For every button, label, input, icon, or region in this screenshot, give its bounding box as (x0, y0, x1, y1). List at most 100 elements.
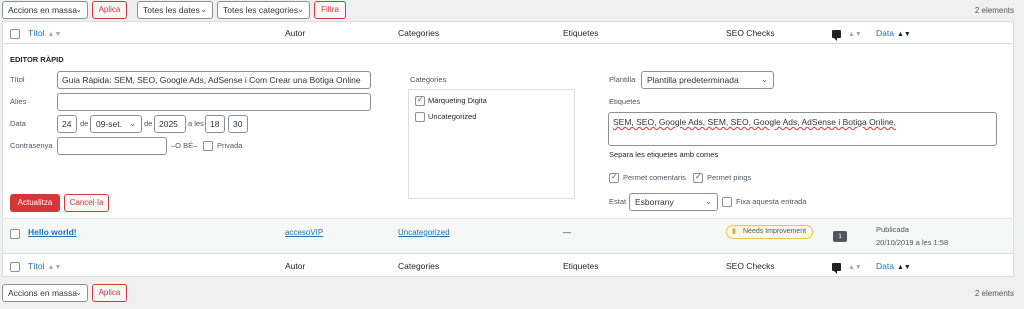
template-select[interactable]: Plantilla predeterminada ⌄ (641, 71, 774, 89)
allow-pings-label: Permet pings (707, 173, 752, 182)
status-label: Estat (609, 197, 627, 206)
slug-input[interactable] (57, 93, 371, 111)
password-input[interactable] (57, 137, 167, 155)
row-checkbox[interactable] (10, 229, 20, 239)
column-date-header[interactable]: Data ▲▼ (876, 28, 911, 38)
tags-label: Etiquetes (609, 97, 641, 106)
category-item-label: Màrqueting Digita (428, 96, 487, 105)
column-title-header[interactable]: Títol ▲▼ (28, 261, 61, 271)
seo-status-badge: ▮ Needs Improvement (726, 225, 814, 239)
apply-button[interactable]: Aplica (92, 1, 127, 19)
bulk-actions-select[interactable]: Accions en massa ⌄ (2, 284, 88, 302)
category-item-label: Uncategorized (428, 112, 477, 121)
allow-pings-checkbox[interactable] (693, 172, 703, 183)
month-select[interactable]: 09-set. ⌄ (90, 115, 142, 133)
column-date-header[interactable]: Data ▲▼ (876, 261, 911, 271)
sort-icon: ▲▼ (47, 264, 62, 271)
table-header-row: Títol ▲▼ Autor Categories Etiquetes SEO C… (3, 22, 1013, 44)
post-datetime: 20/10/2019 a les 1:58 (876, 238, 949, 247)
or-label: –O BÉ– (171, 141, 198, 150)
chevron-down-icon: ⌄ (705, 197, 712, 206)
table-row: Hello world! accesoVIP Uncategorized — ▮… (3, 218, 1013, 254)
chevron-down-icon: ⌄ (761, 75, 768, 84)
hour-input[interactable]: 18 (205, 115, 225, 133)
allow-comments-label: Permet comentaris (623, 173, 686, 182)
category-link[interactable]: Uncategorized (398, 228, 450, 237)
date-filter-select[interactable]: Totes les dates ⌄ (137, 1, 213, 19)
date-de-label: de (80, 119, 89, 128)
at-label: a les (188, 119, 204, 128)
cancel-button[interactable]: Cancel·la (64, 194, 109, 212)
slug-label: Àlies (10, 97, 27, 106)
tags-value: SEM, SEO, Google Ads, SEM, SEO, Google A… (613, 117, 897, 127)
seo-badge-label: Needs Improvement (743, 228, 807, 235)
select-all-checkbox[interactable] (10, 262, 20, 272)
tags-textarea[interactable]: SEM, SEO, Google Ads, SEM, SEO, Google A… (608, 112, 997, 146)
categories-label: Categories (410, 75, 447, 84)
category-checkbox[interactable] (415, 112, 425, 122)
category-checkbox[interactable] (415, 95, 425, 106)
column-date-label: Data (876, 261, 894, 271)
year-input[interactable]: 2025 (154, 115, 186, 133)
sort-desc-icon: ▲▼ (896, 31, 911, 38)
template-value: Plantilla predeterminada (647, 75, 739, 85)
minute-input[interactable]: 30 (228, 115, 248, 133)
category-filter-value: Totes les categories (223, 5, 299, 15)
column-categories-header: Categories (398, 261, 440, 271)
sticky-checkbox[interactable] (722, 197, 732, 207)
post-title-link[interactable]: Hello world! (28, 227, 77, 237)
filter-button[interactable]: Filtra (314, 1, 346, 19)
comments-column-icon[interactable] (832, 263, 841, 274)
status-select[interactable]: Esborrany ⌄ (629, 193, 718, 211)
column-seo-header: SEO Checks (726, 28, 775, 38)
title-input[interactable]: Guia Ràpida: SEM, SEO, Google Ads, AdSen… (57, 71, 371, 89)
column-title-header[interactable]: Títol ▲▼ (28, 28, 61, 38)
quick-edit-panel: EDITOR RÀPID Títol Guia Ràpida: SEM, SEO… (3, 44, 1013, 218)
comment-count: 1 (838, 233, 842, 240)
author-link[interactable]: accesoVIP (285, 228, 323, 237)
sticky-label: Fixa aquesta entrada (736, 197, 807, 206)
items-count: 2 elements (974, 289, 1014, 298)
date-filter-value: Totes les dates (143, 5, 200, 15)
date-label: Data (10, 119, 26, 128)
quick-edit-heading: EDITOR RÀPID (10, 55, 64, 64)
sort-desc-icon: ▲▼ (896, 264, 911, 271)
allow-comments-checkbox[interactable] (609, 172, 619, 183)
bulk-actions-value: Accions en massa (8, 288, 77, 298)
post-status: Publicada (876, 225, 909, 234)
private-label: Privada (217, 141, 243, 150)
column-date-label: Data (876, 28, 894, 38)
category-filter-select[interactable]: Totes les categories ⌄ (217, 1, 310, 19)
tags-value: — (563, 228, 571, 237)
column-title-label: Títol (28, 261, 45, 271)
signal-icon: ▮ (732, 228, 736, 235)
select-all-checkbox[interactable] (10, 29, 20, 39)
table-footer-row: Títol ▲▼ Autor Categories Etiquetes SEO C… (3, 255, 1013, 277)
comments-column-icon[interactable] (832, 30, 841, 41)
column-author-header: Autor (285, 28, 306, 38)
bulk-actions-value: Accions en massa (8, 5, 77, 15)
comment-count-bubble[interactable]: 1 (833, 231, 847, 242)
password-label: Contrasenya (10, 141, 53, 150)
sort-icon: ▲▼ (47, 31, 62, 38)
sort-icon[interactable]: ▲▼ (845, 28, 862, 38)
private-checkbox[interactable] (203, 141, 213, 151)
column-seo-header: SEO Checks (726, 261, 775, 271)
chevron-down-icon: ⌄ (129, 119, 136, 128)
sort-icon[interactable]: ▲▼ (845, 261, 862, 271)
chevron-down-icon: ⌄ (200, 5, 207, 14)
column-title-label: Títol (28, 28, 45, 38)
chevron-down-icon: ⌄ (297, 5, 304, 14)
chevron-down-icon: ⌄ (75, 5, 82, 14)
apply-button[interactable]: Aplica (92, 284, 127, 302)
title-label: Títol (10, 75, 25, 84)
template-label: Plantilla (609, 75, 636, 84)
month-value: 09-set. (96, 119, 122, 129)
chevron-down-icon: ⌄ (75, 288, 82, 297)
items-count: 2 elements (974, 6, 1014, 15)
column-author-header: Autor (285, 261, 306, 271)
bulk-actions-select[interactable]: Accions en massa ⌄ (2, 1, 88, 19)
day-input[interactable]: 24 (57, 115, 77, 133)
column-categories-header: Categories (398, 28, 440, 38)
update-button[interactable]: Actualitza (10, 194, 60, 212)
